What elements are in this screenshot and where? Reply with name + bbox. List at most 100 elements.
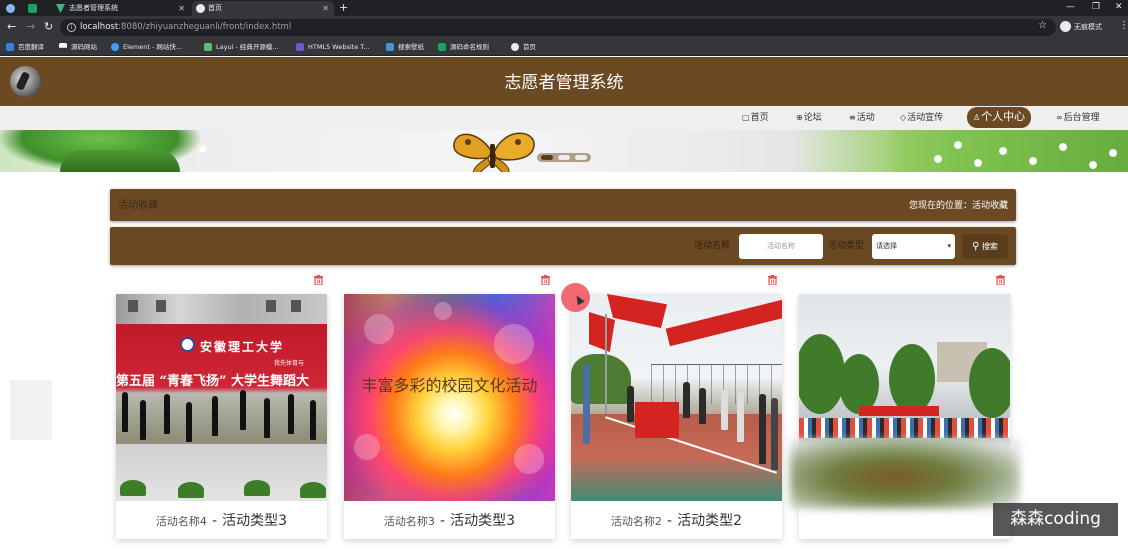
activity-image[interactable]: 丰富多彩的校园文化活动 (344, 294, 555, 501)
user-icon: ♙ (973, 113, 981, 122)
bookmark-item[interactable]: Element - 网站快... (111, 41, 182, 53)
delete-icon[interactable] (314, 275, 323, 285)
daisy (200, 146, 206, 152)
activity-name-label: 活动名称 (694, 241, 731, 251)
bookmark-label: 源码命名规则 (450, 43, 489, 51)
bookmark-item[interactable]: 搜索壁纸 (386, 41, 424, 53)
sheet-icon (438, 43, 446, 51)
close-icon[interactable]: ✕ (322, 1, 329, 16)
bookmark-item[interactable]: HTML5 Website T... (296, 41, 370, 53)
daisy (955, 142, 961, 148)
activity-card[interactable]: 丰富多彩的校园文化活动 活动名称3 - 活动类型3 (344, 294, 555, 539)
bookmark-item[interactable]: Layui - 经典开源模... (204, 41, 279, 53)
delete-icon[interactable] (768, 275, 777, 285)
bookmark-label: Layui - 经典开源模... (216, 43, 279, 51)
daisy (935, 156, 941, 162)
bookmark-label: 首页 (523, 43, 536, 51)
window (291, 300, 301, 312)
watermark: 森森coding (993, 503, 1118, 536)
activity-name: 活动名称3 (383, 515, 435, 528)
caption-separator: - (212, 513, 218, 529)
nav-item-home[interactable]: ▢首页 (742, 111, 769, 125)
red-banner (665, 299, 782, 347)
delete-icon[interactable] (541, 275, 550, 285)
html5-icon (296, 43, 304, 51)
carousel-dot[interactable] (575, 155, 587, 160)
globe-icon (6, 4, 15, 13)
person (721, 390, 728, 430)
nav-item-forum[interactable]: ⊕论坛 (796, 111, 822, 125)
red-banner (859, 406, 939, 416)
bookmark-star-icon[interactable]: ☆ (1038, 20, 1047, 31)
bookmark-label: HTML5 Website T... (308, 43, 370, 51)
site-title: 志愿者管理系统 (504, 73, 624, 93)
nav-item-promotion[interactable]: ◇活动宣传 (900, 111, 943, 125)
nav-label: 论坛 (803, 113, 822, 123)
search-bar: 活动名称 活动名称 活动类型 请选择 ▾ ⚲ 搜索 (110, 227, 1016, 265)
tree (969, 348, 1010, 418)
activity-name-input[interactable]: 活动名称 (739, 234, 823, 259)
home-icon: ▢ (742, 113, 750, 122)
image-caption-text: 丰富多彩的校园文化活动 (361, 376, 538, 395)
bookmark-item[interactable]: 首页 (511, 41, 536, 53)
window (156, 300, 166, 312)
activity-image[interactable]: 安徽理工大学 我先体育与 第五届 “青春飞扬” 大学生舞蹈大 (116, 294, 327, 501)
globe-icon (511, 43, 519, 51)
nav-item-admin[interactable]: ∞后台管理 (1056, 111, 1100, 125)
person (683, 382, 690, 418)
window-close-icon[interactable]: ✕ (1115, 0, 1123, 14)
browser-tab-pinned-2[interactable] (24, 1, 48, 16)
new-tab-button[interactable]: + (339, 0, 348, 15)
browser-tab-pinned[interactable] (2, 1, 22, 16)
incognito-indicator[interactable]: 无痕模式 (1060, 20, 1102, 34)
restore-icon[interactable]: ❐ (1092, 0, 1100, 14)
carousel-dot[interactable] (558, 155, 570, 160)
browser-menu-icon[interactable]: ⋮ (1119, 20, 1128, 31)
minimize-icon[interactable]: — (1066, 0, 1075, 14)
banner-subtitle-text: 第五届 “青春飞扬” 大学生舞蹈大 (116, 374, 310, 389)
url-path: :8080/zhiyuanzheguanli/front/index.html (118, 22, 292, 32)
carousel-dot-active[interactable] (541, 155, 553, 160)
reload-icon[interactable]: ↻ (44, 20, 53, 34)
translate-icon (6, 43, 14, 51)
globe-icon: ⊕ (796, 113, 803, 122)
activity-type-label: 活动类型 (828, 241, 865, 251)
daisy (975, 160, 981, 166)
flag-icon (59, 43, 67, 48)
activity-type: 活动类型3 (222, 513, 288, 529)
blurred-overlay (790, 439, 1020, 509)
hero-banner (0, 130, 1128, 172)
incognito-icon (1060, 21, 1071, 32)
activity-image[interactable] (571, 294, 782, 501)
forward-icon[interactable]: → (26, 20, 35, 34)
search-button[interactable]: ⚲ 搜索 (962, 234, 1008, 259)
bookmark-item[interactable]: 百度翻译 (6, 41, 44, 53)
dancer (164, 394, 170, 434)
activity-type-select[interactable]: 请选择 ▾ (872, 234, 955, 259)
bookmark-label: 源码网站 (71, 43, 97, 51)
nav-item-activity[interactable]: ≡活动 (849, 111, 875, 125)
bookmark-item[interactable]: 源码网站 (59, 41, 97, 53)
browser-tab-home[interactable]: 首页 ✕ (192, 1, 334, 16)
daisy (1000, 148, 1006, 154)
bokeh (354, 434, 380, 460)
browser-tab-admin[interactable]: 志愿者管理系统 ✕ (52, 1, 190, 16)
bokeh (494, 324, 534, 364)
activity-card[interactable]: 活动名称2 - 活动类型2 (571, 294, 782, 539)
back-icon[interactable]: ← (7, 20, 16, 34)
info-icon[interactable]: i (67, 23, 76, 32)
card-caption: 活动名称3 - 活动类型3 (344, 501, 555, 539)
close-icon[interactable]: ✕ (178, 1, 185, 16)
dancer (288, 394, 294, 434)
activity-card[interactable]: 安徽理工大学 我先体育与 第五届 “青春飞扬” 大学生舞蹈大 活动名称4 - 活… (116, 294, 327, 539)
banner-tag-text: 我先体育与 (274, 360, 305, 367)
dancer (212, 396, 218, 436)
person (759, 394, 766, 464)
dancer (310, 400, 316, 440)
nav-label: 活动宣传 (907, 113, 944, 123)
delete-icon[interactable] (996, 275, 1005, 285)
bookmark-item[interactable]: 源码命名规则 (438, 41, 489, 53)
nav-item-personal-center[interactable]: ♙个人中心 (967, 107, 1032, 128)
address-bar[interactable]: i localhost:8080/zhiyuanzheguanli/front/… (60, 19, 1056, 36)
select-value: 请选择 (876, 242, 897, 250)
